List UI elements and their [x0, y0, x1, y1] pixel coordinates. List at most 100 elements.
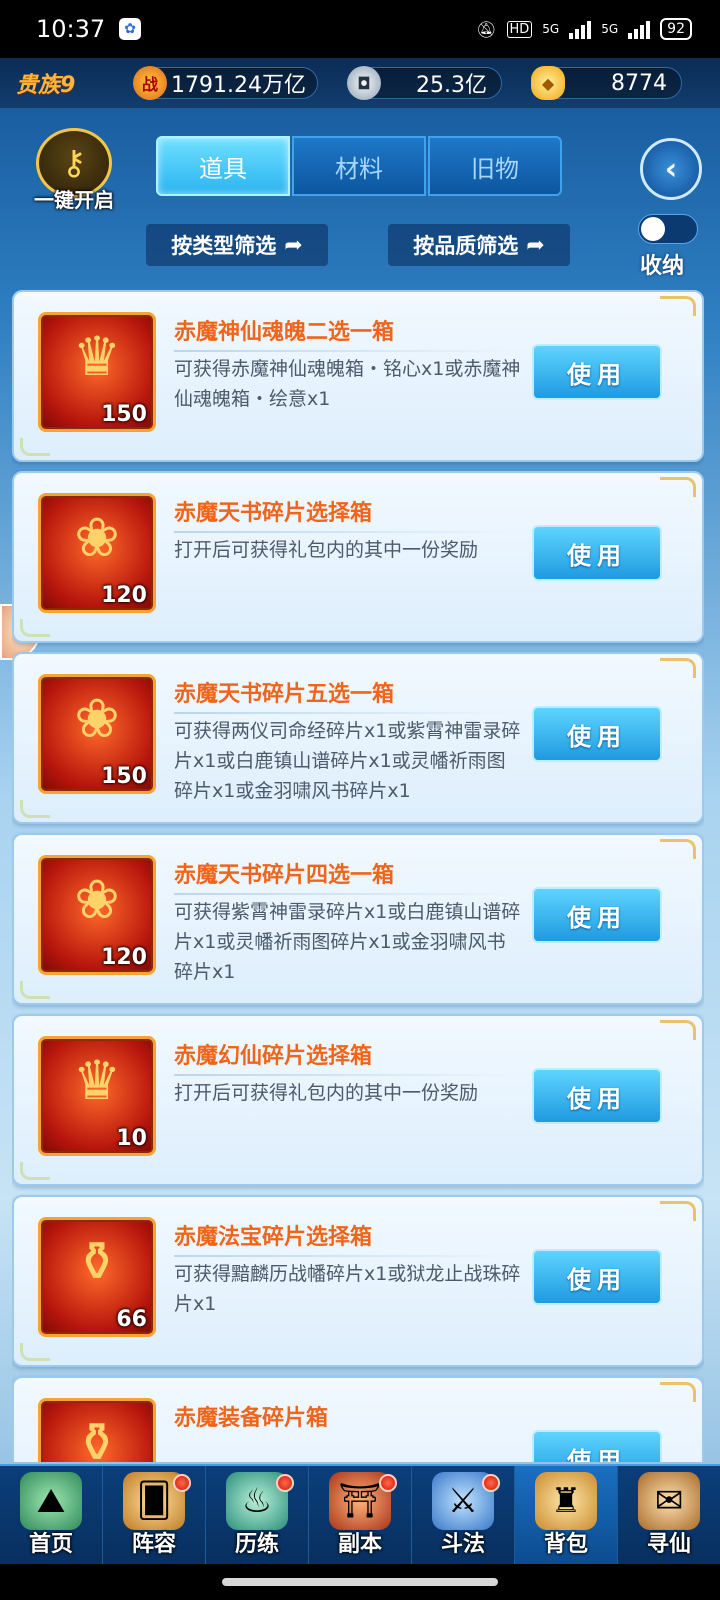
nav-label: 历练 — [234, 1532, 279, 1557]
copper-coin-icon: ◘ — [347, 66, 381, 100]
use-button[interactable]: 使用 — [532, 706, 662, 762]
chest-glyph: ⚱ — [74, 1230, 120, 1293]
treasure-chest-icon[interactable]: ⚱ 66 — [38, 1217, 156, 1337]
use-button[interactable]: 使用 — [532, 1249, 662, 1305]
corner-ornament — [660, 477, 696, 497]
home-bar[interactable] — [222, 1578, 498, 1586]
list-item: ♛ 10 赤魔幻仙碎片选择箱 打开后可获得礼包内的其中一份奖励 使用 — [12, 1014, 704, 1186]
item-name: 赤魔法宝碎片选择箱 — [174, 1225, 373, 1250]
item-list[interactable]: ♛ 150 赤魔神仙魂魄二选一箱 可获得赤魔神仙魂魄箱・铭心x1或赤魔神仙魂魄箱… — [12, 290, 704, 1462]
tab-materials[interactable]: 材料 — [292, 136, 426, 196]
item-name: 赤魔天书碎片四选一箱 — [174, 863, 395, 888]
divider — [174, 1074, 514, 1076]
item-description: 可获得两仪司命经碎片x1或紫霄神雷录碎片x1或白鹿镇山谱碎片x1或灵幡祈雨图碎片… — [174, 720, 521, 802]
tab-items[interactable]: 道具 — [156, 136, 290, 196]
bottom-navigation: ⛰ 首页 🂠 阵容 ♨ 历练 ⛩ 副本 ⚔ 斗法 ♜ 背包 ✉ 寻仙 — [0, 1464, 720, 1564]
corner-ornament — [660, 839, 696, 859]
divider — [174, 1255, 514, 1257]
hero-chest-icon[interactable]: ♛ 150 — [38, 312, 156, 432]
item-description: 打开后可获得礼包内的其中一份奖励 — [174, 539, 479, 561]
pouch-glyph: ❀ — [74, 868, 120, 931]
notification-dot — [379, 1474, 397, 1492]
collapse-toggle[interactable] — [638, 214, 698, 244]
nav-training[interactable]: ♨ 历练 — [206, 1466, 309, 1564]
nav-seek-immortal[interactable]: ✉ 寻仙 — [618, 1466, 720, 1564]
hero-chest-icon[interactable]: ♛ 10 — [38, 1036, 156, 1156]
nav-home[interactable]: ⛰ 首页 — [0, 1466, 103, 1564]
nav-battle[interactable]: ⚔ 斗法 — [412, 1466, 515, 1564]
item-name: 赤魔神仙魂魄二选一箱 — [174, 320, 395, 345]
filter-type-label: 按类型筛选 — [171, 234, 277, 258]
divider — [174, 531, 514, 533]
home-indicator — [0, 1564, 720, 1600]
filter-by-quality-button[interactable]: 按品质筛选 ➦ — [388, 224, 570, 266]
notification-dot — [482, 1474, 500, 1492]
item-description: 可获得黯麟历战幡碎片x1或狱龙止战珠碎片x1 — [174, 1263, 521, 1315]
corner-ornament — [20, 438, 50, 456]
use-button[interactable]: 使用 — [532, 344, 662, 400]
use-button[interactable]: 使用 — [532, 525, 662, 581]
list-item: ❀ 150 赤魔天书碎片五选一箱 可获得两仪司命经碎片x1或紫霄神雷录碎片x1或… — [12, 652, 704, 824]
corner-ornament — [660, 1201, 696, 1221]
corner-ornament — [20, 619, 50, 637]
item-name: 赤魔天书碎片五选一箱 — [174, 682, 395, 707]
gold-pill[interactable]: ◆ 8774 — [531, 66, 682, 100]
use-button[interactable]: 使用 — [532, 1430, 662, 1462]
item-count: 120 — [101, 583, 147, 608]
notification-dot — [276, 1474, 294, 1492]
coin-pill[interactable]: ◘ 25.3亿 — [347, 66, 502, 100]
item-count: 150 — [101, 402, 147, 427]
coin-value: 25.3亿 — [416, 73, 487, 98]
tab-relics[interactable]: 旧物 — [428, 136, 562, 196]
use-button[interactable]: 使用 — [532, 1068, 662, 1124]
nav-label: 首页 — [28, 1532, 73, 1557]
baidu-icon: ✿ — [119, 18, 142, 40]
clock: 10:37 — [36, 15, 106, 43]
treasure-chest-icon[interactable]: ⚱ — [38, 1398, 156, 1462]
item-description: 可获得赤魔神仙魂魄箱・铭心x1或赤魔神仙魂魄箱・绘意x1 — [174, 358, 521, 410]
signal2-label: 5G — [601, 22, 619, 36]
red-pouch-icon[interactable]: ❀ 120 — [38, 493, 156, 613]
nav-bag[interactable]: ♜ 背包 — [515, 1466, 618, 1564]
power-value: 1791.24万亿 — [171, 73, 306, 98]
nav-dungeon[interactable]: ⛩ 副本 — [309, 1466, 412, 1564]
list-item: ⚱ 赤魔装备碎片箱 使用 — [12, 1376, 704, 1462]
corner-ornament — [660, 1020, 696, 1040]
signal-bars-icon — [569, 19, 592, 39]
corner-ornament — [660, 658, 696, 678]
one-key-open-button[interactable]: ⚷ 一键开启 — [24, 128, 124, 214]
vip-level[interactable]: 贵族9 — [16, 67, 126, 99]
nav-label: 背包 — [543, 1532, 588, 1557]
one-key-open-label: 一键开启 — [34, 188, 114, 212]
list-item: ♛ 150 赤魔神仙魂魄二选一箱 可获得赤魔神仙魂魄箱・铭心x1或赤魔神仙魂魄箱… — [12, 290, 704, 462]
resource-bar: 贵族9 战 1791.24万亿 ◘ 25.3亿 ◆ 8774 — [0, 58, 720, 108]
back-arrow-icon[interactable]: ‹ — [640, 138, 702, 200]
nav-lineup[interactable]: 🂠 阵容 — [103, 1466, 206, 1564]
list-item: ❀ 120 赤魔天书碎片四选一箱 可获得紫霄神雷录碎片x1或白鹿镇山谱碎片x1或… — [12, 833, 704, 1005]
item-count: 120 — [101, 945, 147, 970]
item-name: 赤魔装备碎片箱 — [174, 1406, 329, 1431]
power-pill: 战 1791.24万亿 — [133, 66, 318, 100]
bag-icon: ♜ — [535, 1472, 597, 1530]
item-count: 150 — [101, 764, 147, 789]
item-name: 赤魔幻仙碎片选择箱 — [174, 1044, 373, 1069]
nav-label: 副本 — [337, 1532, 382, 1557]
toggle-knob — [641, 217, 665, 241]
red-pouch-icon[interactable]: ❀ 150 — [38, 674, 156, 794]
nav-label: 寻仙 — [646, 1532, 691, 1557]
use-button[interactable]: 使用 — [532, 887, 662, 943]
home-island-icon: ⛰ — [20, 1472, 82, 1530]
item-name: 赤魔天书碎片选择箱 — [174, 501, 373, 526]
chest-glyph: ♛ — [72, 325, 122, 388]
signal-bars-icon-2 — [628, 19, 651, 39]
collapse-toggle-label: 收纳 — [640, 254, 685, 279]
corner-ornament — [660, 296, 696, 316]
item-count: 10 — [116, 1126, 147, 1151]
item-description: 可获得紫霄神雷录碎片x1或白鹿镇山谱碎片x1或灵幡祈雨图碎片x1或金羽啸风书碎片… — [174, 901, 521, 983]
red-pouch-icon[interactable]: ❀ 120 — [38, 855, 156, 975]
nav-label: 阵容 — [131, 1532, 176, 1557]
corner-ornament — [20, 981, 50, 999]
status-bar: 10:37 ✿ 🔕︎ HD 5G 5G 92 — [0, 0, 720, 58]
filter-by-type-button[interactable]: 按类型筛选 ➦ — [146, 224, 328, 266]
chest-glyph: ♛ — [72, 1049, 122, 1112]
